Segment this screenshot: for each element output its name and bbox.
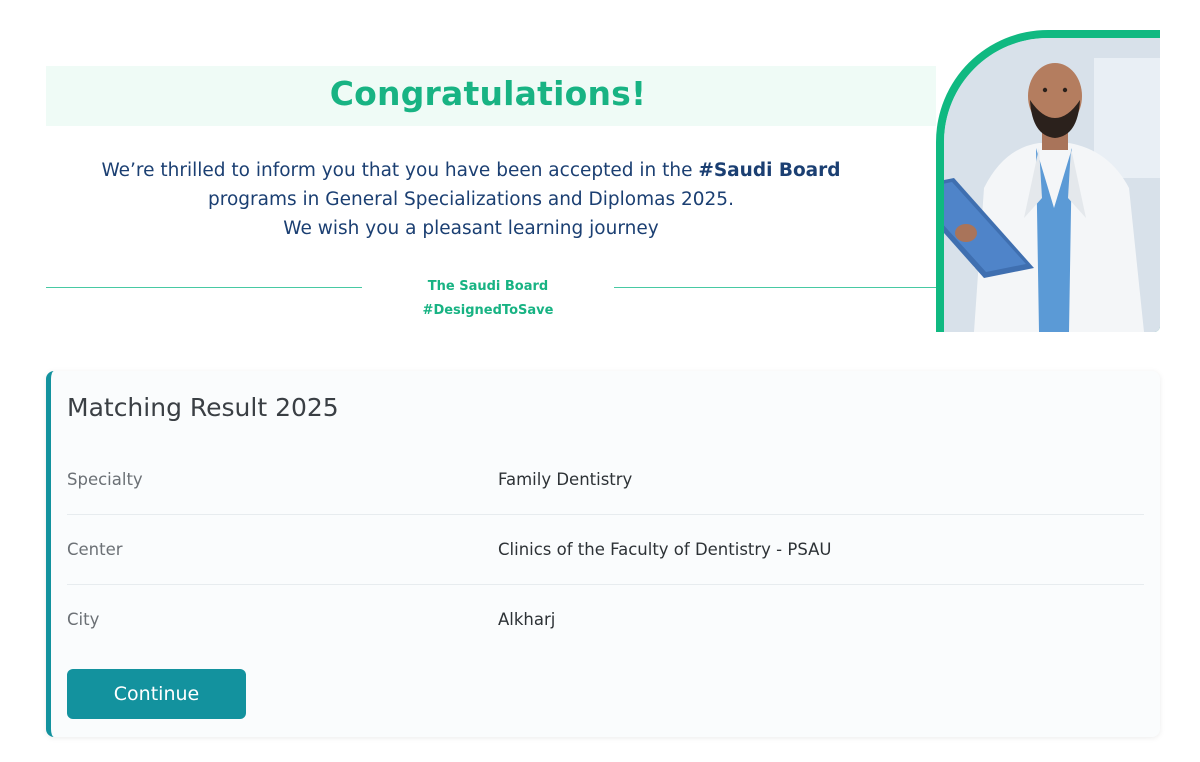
doctor-illustration [944,38,1160,332]
message-line-3: We wish you a pleasant learning journey [283,218,659,239]
message-line-1-text: We’re thrilled to inform you that you ha… [101,160,699,181]
row-label: City [67,610,100,629]
congratulations-title: Congratulations! [329,74,647,113]
doctor-photo [944,38,1160,332]
row-label: Center [67,540,123,559]
continue-button[interactable]: Continue [67,669,246,719]
tagline-divider: The Saudi Board #DesignedToSave [46,275,936,318]
tagline-text: The Saudi Board #DesignedToSave [422,279,554,318]
doctor-photo-frame [936,30,1160,332]
row-value: Family Dentistry [498,470,633,489]
message-line-1: We’re thrilled to inform you that you ha… [46,156,896,185]
acceptance-message: We’re thrilled to inform you that you ha… [46,156,896,243]
matching-result-card: Matching Result 2025 Specialty Family De… [46,371,1160,737]
row-value: Clinics of the Faculty of Dentistry - PS… [498,540,832,559]
matching-result-page: Congratulations! We’re thrilled to infor… [0,0,1200,762]
card-title: Matching Result 2025 [67,393,339,422]
result-row-center: Center Clinics of the Faculty of Dentist… [67,515,1144,585]
message-line-2: programs in General Specializations and … [208,189,734,210]
divider-line-left [46,287,362,288]
row-label: Specialty [67,470,143,489]
saudi-board-hashtag: #Saudi Board [698,160,841,181]
result-row-specialty: Specialty Family Dentistry [67,445,1144,515]
result-row-city: City Alkharj [67,585,1144,655]
row-value: Alkharj [498,610,556,629]
divider-line-right [614,287,936,288]
